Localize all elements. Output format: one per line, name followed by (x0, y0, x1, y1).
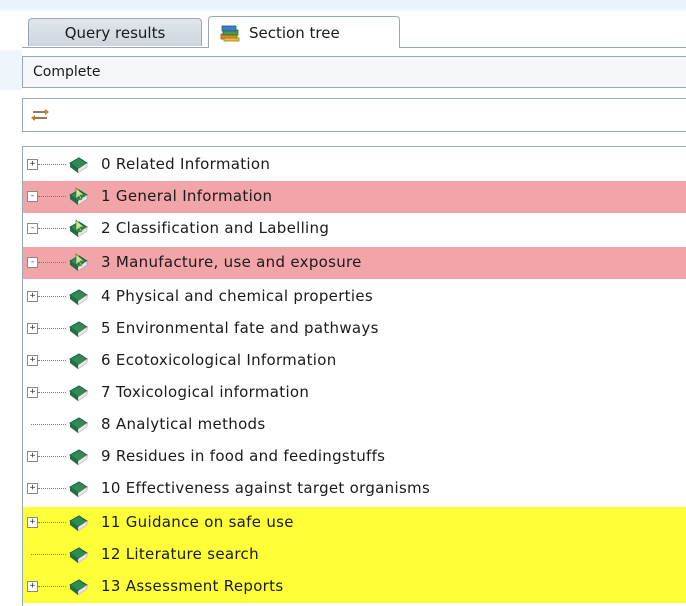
tab-query-results-label: Query results (64, 23, 166, 42)
expand-icon[interactable]: + (27, 323, 38, 334)
filter-arrows-icon[interactable] (31, 108, 49, 122)
tree-node-0[interactable]: +0 Related Information (23, 149, 686, 181)
tree-connector-line (38, 522, 66, 523)
green-book-icon (69, 481, 88, 498)
tree-connector-line (38, 328, 66, 329)
collapse-icon[interactable]: - (27, 257, 38, 268)
expand-icon[interactable]: + (27, 387, 38, 398)
collapse-icon[interactable]: - (27, 223, 38, 234)
tree-connector-line (38, 392, 66, 393)
tab-query-results[interactable]: Query results (28, 18, 202, 46)
tree-node-label: 5 Environmental fate and pathways (101, 319, 379, 337)
tree-connector-line (38, 586, 66, 587)
tree-node-label: 10 Effectiveness against target organism… (101, 479, 431, 497)
tree-node-10[interactable]: +10 Effectiveness against target organis… (23, 473, 686, 505)
green-book-icon (69, 219, 88, 238)
tree-node-13[interactable]: +13 Assessment Reports (23, 571, 686, 603)
green-book-icon (69, 449, 88, 466)
tree-connector-line (38, 228, 66, 229)
green-book-icon (69, 515, 88, 532)
green-book-icon (69, 385, 88, 402)
tree-node-label: 1 General Information (101, 187, 273, 205)
expand-icon[interactable]: + (27, 483, 38, 494)
expand-icon[interactable]: + (27, 517, 38, 528)
collapse-icon[interactable]: - (27, 191, 38, 202)
tree-connector-line (38, 360, 66, 361)
book-stack-icon (220, 25, 240, 41)
tree-node-7[interactable]: +7 Toxicological information (23, 377, 686, 409)
tree-node-5[interactable]: +5 Environmental fate and pathways (23, 313, 686, 345)
tab-bar: Query results Section tree (22, 16, 686, 48)
expand-icon[interactable]: + (27, 451, 38, 462)
green-book-icon (69, 321, 88, 338)
expand-icon[interactable]: + (27, 581, 38, 592)
green-book-icon (69, 253, 88, 272)
green-book-icon (69, 289, 88, 306)
filter-row (22, 98, 686, 132)
green-book-icon (69, 157, 88, 174)
tree-node-label: 6 Ecotoxicological Information (101, 351, 337, 369)
tree-connector-line (38, 488, 66, 489)
tree-node-label: 9 Residues in food and feedingstuffs (101, 447, 386, 465)
green-book-icon (69, 579, 88, 596)
tree-node-label: 12 Literature search (101, 545, 259, 563)
status-bar: Complete (22, 56, 686, 88)
section-tree: +0 Related Information - 1 General Informa… (22, 146, 686, 606)
tree-node-1[interactable]: - 1 General Information (23, 181, 686, 213)
expand-icon[interactable]: + (27, 355, 38, 366)
green-book-icon (69, 187, 88, 206)
expand-icon[interactable]: + (27, 291, 38, 302)
tree-connector-line (38, 164, 66, 165)
gutter-shade (0, 50, 22, 90)
window-top-strip (0, 0, 686, 10)
tree-node-label: 2 Classification and Labelling (101, 219, 330, 237)
green-book-icon (69, 547, 88, 564)
tree-connector-line (38, 262, 66, 263)
tree-node-label: 8 Analytical methods (101, 415, 266, 433)
tree-node-12[interactable]: 12 Literature search (23, 539, 686, 571)
tree-node-4[interactable]: +4 Physical and chemical properties (23, 281, 686, 313)
tree-node-label: 3 Manufacture, use and exposure (101, 253, 362, 271)
tree-node-11[interactable]: +11 Guidance on safe use (23, 507, 686, 539)
tab-section-tree[interactable]: Section tree (208, 16, 400, 48)
tree-node-3[interactable]: - 3 Manufacture, use and exposure (23, 247, 686, 279)
green-book-icon (69, 417, 88, 434)
tree-node-label: 13 Assessment Reports (101, 577, 284, 595)
tree-node-2[interactable]: - 2 Classification and Labelling (23, 213, 686, 245)
tree-node-6[interactable]: +6 Ecotoxicological Information (23, 345, 686, 377)
tree-connector-line (38, 296, 66, 297)
tree-connector-line (38, 196, 66, 197)
tree-connector-line (31, 554, 66, 555)
tree-node-label: 4 Physical and chemical properties (101, 287, 373, 305)
left-gutter (0, 10, 22, 606)
tree-node-label: 11 Guidance on safe use (101, 513, 294, 531)
tree-node-label: 7 Toxicological information (101, 383, 310, 401)
expand-icon[interactable]: + (27, 159, 38, 170)
status-label: Complete (33, 64, 101, 80)
tree-node-label: 0 Related Information (101, 155, 271, 173)
tree-connector-line (31, 424, 66, 425)
green-book-icon (69, 353, 88, 370)
tree-node-9[interactable]: +9 Residues in food and feedingstuffs (23, 441, 686, 473)
tree-node-8[interactable]: 8 Analytical methods (23, 409, 686, 441)
tab-section-tree-label: Section tree (249, 23, 340, 42)
tree-connector-line (38, 456, 66, 457)
